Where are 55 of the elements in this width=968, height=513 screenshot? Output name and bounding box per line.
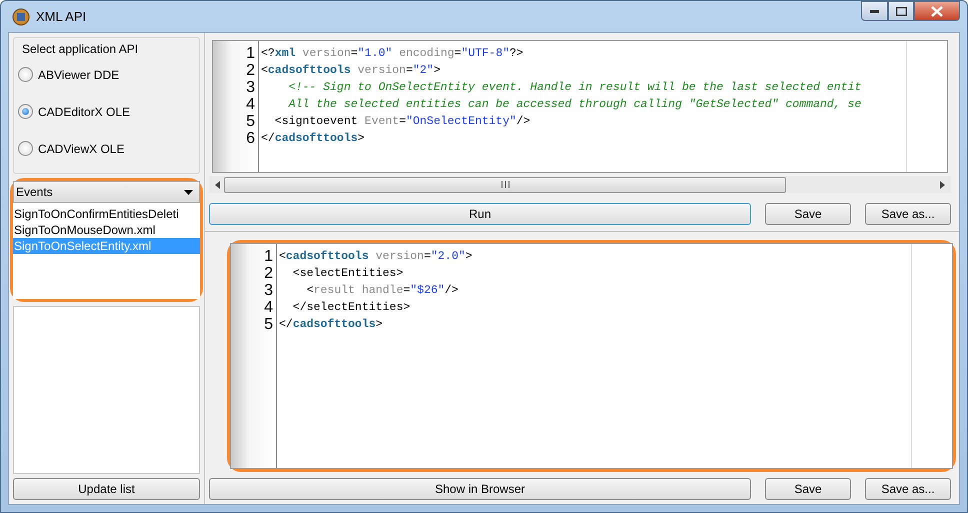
radio-button[interactable] [18, 104, 33, 119]
show-in-browser-button[interactable]: Show in Browser [209, 478, 751, 500]
code-line: <signtoevent Event="OnSelectEntity"/> [274, 114, 532, 130]
event-list-item[interactable]: SignToOnMouseDown.xml [13, 222, 200, 238]
code-line: </selectEntities> [292, 300, 412, 316]
save-as-button[interactable]: Save as... [865, 203, 951, 225]
group-title: Select application API [22, 42, 140, 56]
maximize-button[interactable] [888, 1, 914, 21]
code-line: <!-- Sign to OnSelectEntity event. Handle in result will be the last selected entit [288, 80, 862, 96]
code-line: All the selected entities can be accessed through calling "GetSelected" command, se [287, 97, 862, 113]
run-button[interactable]: Run [209, 203, 751, 225]
code-line: <result handle="$26"/> [306, 283, 460, 299]
save-as-button[interactable]: Save as... [865, 478, 951, 500]
scrollbar-thumb[interactable] [224, 176, 786, 192]
code-editor[interactable]: 1 2 3 4 5 <cadsofttools version="2.0"> <selectEntities> <result handle="$26"/> </selectEntities> </cadsofttools> [230, 243, 953, 469]
code-line: <cadsofttools version="2"> [261, 63, 442, 79]
line-number: 2 [246, 62, 255, 79]
save-button[interactable]: Save [765, 203, 851, 225]
window-title: XML API [36, 9, 86, 24]
horizontal-scrollbar[interactable] [209, 176, 951, 193]
radio-button[interactable] [18, 67, 33, 82]
line-number: 4 [264, 299, 273, 316]
close-button[interactable] [914, 1, 960, 21]
maximize-icon [896, 6, 906, 16]
code-line: </cadsofttools> [261, 131, 366, 147]
line-number: 1 [264, 248, 273, 265]
app-icon [12, 8, 30, 26]
radio-button[interactable] [18, 141, 33, 156]
scroll-right-icon [940, 180, 945, 188]
code-line: <?xml version="1.0" encoding="UTF-8"?> [261, 46, 524, 62]
minimize-button[interactable] [861, 1, 888, 21]
save-button[interactable]: Save [765, 478, 851, 500]
radio-option[interactable]: ABViewer DDE [18, 56, 195, 93]
code-editor[interactable] [212, 40, 948, 173]
line-number: 5 [246, 113, 255, 130]
line-number: 2 [264, 265, 273, 282]
line-number: 3 [246, 79, 255, 96]
radio-option[interactable]: CADEditorX OLE [18, 93, 195, 130]
events-dropdown[interactable]: Events [13, 181, 200, 203]
close-icon [931, 6, 943, 16]
update-list-button[interactable]: Update list [13, 478, 200, 500]
code-line: <cadsofttools version="2.0"> [279, 249, 474, 265]
scroll-left-icon [215, 180, 220, 188]
line-number: 4 [246, 96, 255, 113]
minimize-icon [870, 10, 879, 12]
code-line: </cadsofttools> [279, 317, 384, 333]
line-number: 6 [246, 130, 255, 147]
line-number: 1 [246, 45, 255, 62]
caret-icon [184, 190, 193, 194]
line-number: 5 [264, 316, 273, 333]
radio-option[interactable]: CADViewX OLE [18, 130, 195, 167]
grip-icon [500, 181, 510, 188]
code-line: <selectEntities> [292, 266, 404, 282]
line-number: 3 [264, 282, 273, 299]
event-list-item[interactable]: SignToOnConfirmEntitiesDeleti [13, 206, 200, 222]
